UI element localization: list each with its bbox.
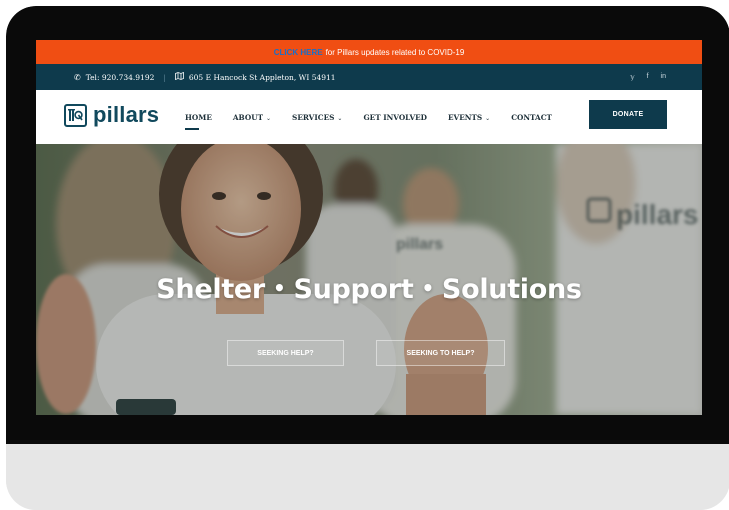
tagline-support: Support [293, 274, 414, 305]
tagline-solutions: Solutions [441, 274, 582, 305]
chevron-down-icon: ⌄ [266, 115, 272, 122]
hero-tagline: Shelter • Support • Solutions [36, 274, 702, 305]
pillars-wordmark: pillars [93, 102, 160, 127]
phone-icon: ✆ [74, 72, 81, 82]
donate-button[interactable]: DONATE [589, 100, 667, 129]
tagline-shelter: Shelter [156, 274, 265, 305]
facebook-icon[interactable]: f [647, 73, 649, 81]
covid-click-here-link[interactable]: CLICK HERE [274, 48, 323, 57]
website-screen: CLICK HERE for Pillars updates related t… [36, 40, 702, 415]
nav-get-involved[interactable]: GET INVOLVED [363, 113, 427, 122]
phone-number[interactable]: Tel: 920.734.9192 [86, 73, 155, 82]
seeking-help-button[interactable]: SEEKING HELP? [227, 340, 344, 366]
main-nav: HOME ABOUT ⌄ SERVICES ⌄ GET INVOLVED EVENT… [185, 113, 573, 130]
pillars-logo-icon [64, 103, 87, 127]
contact-separator: | [163, 72, 166, 82]
contact-bar: ✆ Tel: 920.734.9192 | 605 E Hancock St A… [36, 64, 702, 90]
nav-services[interactable]: SERVICES ⌄ [292, 113, 342, 122]
site-header: pillars HOME ABOUT ⌄ SERVICES ⌄ GET INVOLV… [36, 90, 702, 145]
nav-services-label: SERVICES [292, 113, 335, 122]
covid-alert-bar: CLICK HERE for Pillars updates related t… [36, 40, 702, 64]
twitter-icon[interactable]: 𝕪 [630, 73, 634, 81]
nav-home[interactable]: HOME [185, 113, 212, 130]
address[interactable]: 605 E Hancock St Appleton, WI 54911 [189, 73, 336, 82]
chevron-down-icon: ⌄ [337, 115, 343, 122]
nav-about-label: ABOUT [232, 113, 264, 122]
nav-contact[interactable]: CONTACT [511, 113, 552, 122]
nav-contact-label: CONTACT [511, 113, 552, 122]
tagline-dot: • [272, 276, 286, 300]
nav-events-label: EVENTS [448, 113, 483, 122]
covid-alert-message: for Pillars updates related to COVID-19 [325, 47, 465, 57]
monitor-frame: CLICK HERE for Pillars updates related t… [6, 6, 729, 510]
nav-home-label: HOME [185, 113, 212, 122]
map-icon [174, 71, 184, 82]
nav-events[interactable]: EVENTS ⌄ [448, 113, 490, 122]
social-links: 𝕪 f in [630, 73, 666, 81]
nav-get-involved-label: GET INVOLVED [363, 113, 427, 122]
page: CLICK HERE for Pillars updates related t… [0, 0, 729, 510]
monitor-chin [6, 444, 729, 510]
linkedin-icon[interactable]: in [661, 73, 666, 81]
seeking-to-help-button[interactable]: SEEKING TO HELP? [376, 340, 505, 366]
hero-banner: pillars pillars Shelter • Support • Solu… [36, 144, 702, 415]
pillars-logo[interactable]: pillars [64, 102, 159, 128]
tagline-dot: • [421, 276, 434, 300]
chevron-down-icon: ⌄ [485, 115, 491, 122]
nav-about[interactable]: ABOUT ⌄ [233, 113, 271, 122]
